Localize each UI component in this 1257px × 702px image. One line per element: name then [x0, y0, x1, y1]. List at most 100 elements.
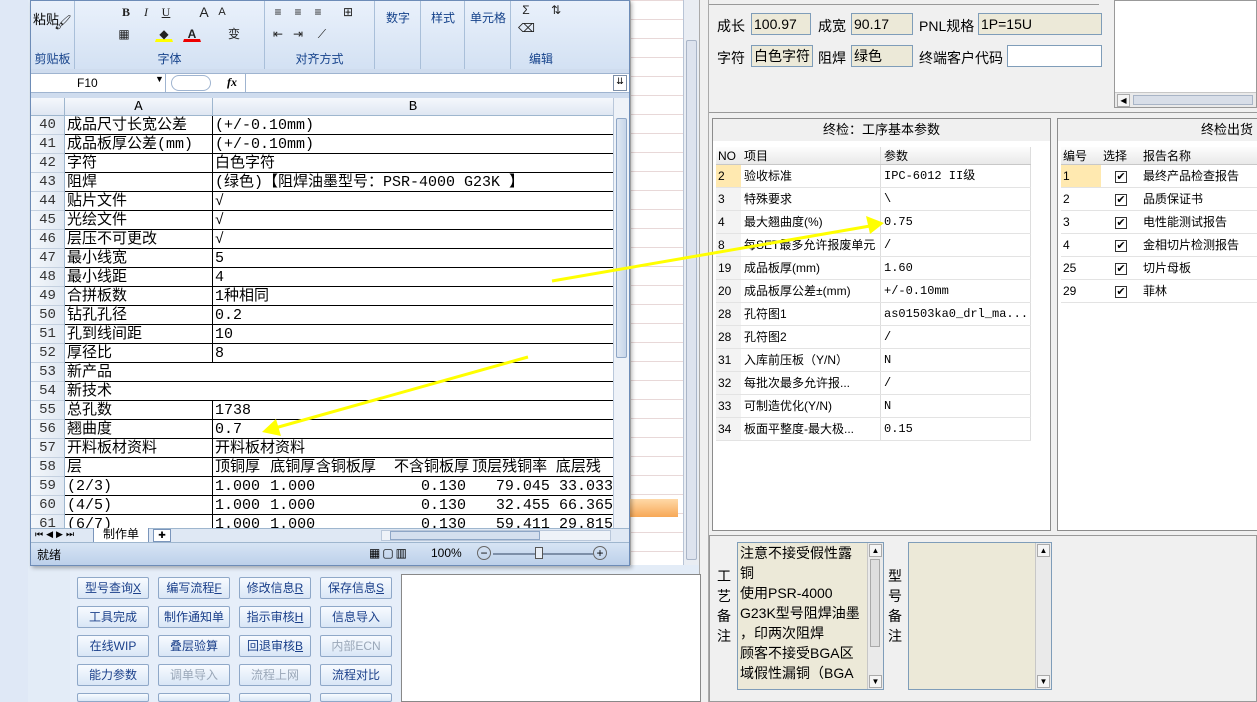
- params-row[interactable]: 3 特殊要求 \: [716, 188, 1031, 211]
- horizontal-scrollbar[interactable]: [381, 530, 611, 541]
- row-header[interactable]: 59: [31, 477, 64, 496]
- name-box-dropdown-icon[interactable]: ▼: [155, 74, 164, 84]
- view-mode-icons[interactable]: ▦▢▥: [369, 546, 409, 560]
- cell-a[interactable]: 成品尺寸长宽公差: [65, 116, 213, 134]
- action-button[interactable]: 编写流程F: [158, 577, 230, 599]
- phonetic-button[interactable]: 变: [225, 25, 243, 42]
- length-field[interactable]: 100.97: [751, 13, 811, 35]
- row-header[interactable]: 41: [31, 135, 64, 154]
- row-header[interactable]: 52: [31, 344, 64, 363]
- action-button[interactable]: 回退审核B: [239, 635, 311, 657]
- report-select-checkbox[interactable]: ✔: [1115, 240, 1127, 252]
- params-row[interactable]: 28 孔符图2/: [716, 326, 1031, 349]
- action-button[interactable]: 修改信息R: [239, 577, 311, 599]
- customer-code-field[interactable]: [1007, 45, 1102, 67]
- sheet-cells[interactable]: 成品尺寸长宽公差 (+/-0.10mm) 成品板厚公差(mm) (+/-0.10mm)…: [65, 116, 613, 528]
- params-row[interactable]: 31 入库前压板（Y/N） N: [716, 349, 1031, 372]
- cell-b[interactable]: 4: [213, 268, 613, 286]
- background-scrollbar[interactable]: [683, 0, 699, 565]
- align-left-icon[interactable]: ≡: [269, 3, 287, 20]
- action-button-cutoff[interactable]: [77, 693, 149, 702]
- cell-b[interactable]: √: [213, 230, 613, 248]
- report-select-checkbox[interactable]: ✔: [1115, 171, 1127, 183]
- report-row[interactable]: 2 ✔ 品质保证书: [1061, 188, 1257, 211]
- action-button[interactable]: 型号查询X: [77, 577, 149, 599]
- number-button[interactable]: 数字: [375, 9, 421, 26]
- row-header[interactable]: 44: [31, 192, 64, 211]
- select-all-corner[interactable]: [31, 98, 65, 116]
- formula-expand-handle[interactable]: [171, 75, 211, 91]
- action-button[interactable]: 内部ECN: [320, 635, 392, 657]
- style-button[interactable]: 样式: [421, 9, 465, 26]
- action-button-cutoff[interactable]: [158, 693, 230, 702]
- zoom-slider[interactable]: [493, 553, 593, 555]
- cell-b[interactable]: 1738: [213, 401, 613, 419]
- align-center-icon[interactable]: ≡: [289, 3, 307, 20]
- row-header[interactable]: 57: [31, 439, 64, 458]
- cell-b[interactable]: 10: [213, 325, 613, 343]
- cell-b[interactable]: 0.7: [213, 420, 613, 438]
- cell-a[interactable]: 最小线距: [65, 268, 213, 286]
- bold-button[interactable]: B: [117, 3, 135, 20]
- cell-b[interactable]: (+/-0.10mm): [213, 135, 613, 153]
- cell-b[interactable]: 8: [213, 344, 613, 362]
- row-header[interactable]: 53: [31, 363, 64, 382]
- cell-b[interactable]: 5: [213, 249, 613, 267]
- report-select-checkbox[interactable]: ✔: [1115, 286, 1127, 298]
- params-row[interactable]: 32 每批次最多允许报... /: [716, 372, 1031, 395]
- cell-a[interactable]: 贴片文件: [65, 192, 213, 210]
- row-header[interactable]: 55: [31, 401, 64, 420]
- model-note-scrollbar[interactable]: ▲ ▼: [1035, 543, 1051, 689]
- row-header[interactable]: 42: [31, 154, 64, 173]
- cell-a[interactable]: 厚径比: [65, 344, 213, 362]
- report-select-checkbox[interactable]: ✔: [1115, 194, 1127, 206]
- cell-b[interactable]: (绿色)【阻焊油墨型号：PSR-4000 G23K 】: [213, 173, 613, 191]
- cell-a[interactable]: (2/3): [65, 477, 213, 495]
- sheet-tab[interactable]: 制作单: [93, 528, 149, 543]
- action-button[interactable]: 工具完成: [77, 606, 149, 628]
- cell-b[interactable]: 0.2: [213, 306, 613, 324]
- grow-font-button[interactable]: A: [195, 3, 213, 20]
- params-row[interactable]: 4 最大翘曲度(%) 0.75: [716, 211, 1031, 234]
- cell-b[interactable]: 1.000 1.000 0.130 59.411 29.815: [213, 515, 613, 528]
- cell-b[interactable]: 1.000 1.000 0.130 32.455 66.365: [213, 496, 613, 514]
- indent-decrease-icon[interactable]: ⇤: [269, 25, 287, 42]
- shrink-font-button[interactable]: A: [213, 3, 231, 20]
- row-header[interactable]: 46: [31, 230, 64, 249]
- params-row[interactable]: 34 板面平整度-最大极... 0.15: [716, 418, 1031, 441]
- row-header[interactable]: 56: [31, 420, 64, 439]
- report-row[interactable]: 3 ✔ 电性能测试报告: [1061, 211, 1257, 234]
- border-icon[interactable]: ▦: [115, 25, 133, 42]
- params-row[interactable]: 2 验收标准 IPC-6012 II级: [716, 165, 1031, 188]
- cell-b[interactable]: [213, 382, 613, 400]
- row-header[interactable]: 61: [31, 515, 64, 528]
- cell-a[interactable]: (4/5): [65, 496, 213, 514]
- cells-button[interactable]: 单元格: [465, 9, 511, 26]
- params-row[interactable]: 20 成品板厚公差±(mm) +/-0.10mm: [716, 280, 1031, 303]
- cell-a[interactable]: 孔到线间距: [65, 325, 213, 343]
- action-button[interactable]: 在线WIP: [77, 635, 149, 657]
- cell-a[interactable]: 总孔数: [65, 401, 213, 419]
- action-button-cutoff[interactable]: [320, 693, 392, 702]
- cell-a[interactable]: (6/7): [65, 515, 213, 528]
- report-select-checkbox[interactable]: ✔: [1115, 263, 1127, 275]
- cell-a[interactable]: 新产品: [65, 363, 213, 381]
- merge-icon[interactable]: ⊞: [339, 3, 357, 20]
- sheet-vertical-scrollbar[interactable]: [613, 98, 629, 528]
- action-button[interactable]: 叠层验算: [158, 635, 230, 657]
- row-header[interactable]: 45: [31, 211, 64, 230]
- sheet-nav-arrows[interactable]: ⏮◀▶⏭: [35, 529, 77, 540]
- cell-a[interactable]: 光绘文件: [65, 211, 213, 229]
- cell-b[interactable]: 1.000 1.000 0.130 79.045 33.033: [213, 477, 613, 495]
- cell-a[interactable]: 层压不可更改: [65, 230, 213, 248]
- action-button-cutoff[interactable]: [239, 693, 311, 702]
- action-button[interactable]: 能力参数: [77, 664, 149, 686]
- cell-a[interactable]: 开料板材资料: [65, 439, 213, 457]
- zoom-level[interactable]: 100%: [431, 546, 462, 560]
- zoom-slider-thumb[interactable]: [535, 547, 543, 559]
- align-right-icon[interactable]: ≡: [309, 3, 327, 20]
- cell-a[interactable]: 阻焊: [65, 173, 213, 191]
- params-row[interactable]: 33 可制造优化(Y/N) N: [716, 395, 1031, 418]
- process-note-scrollbar[interactable]: ▲ ▼: [867, 543, 883, 689]
- row-header[interactable]: 50: [31, 306, 64, 325]
